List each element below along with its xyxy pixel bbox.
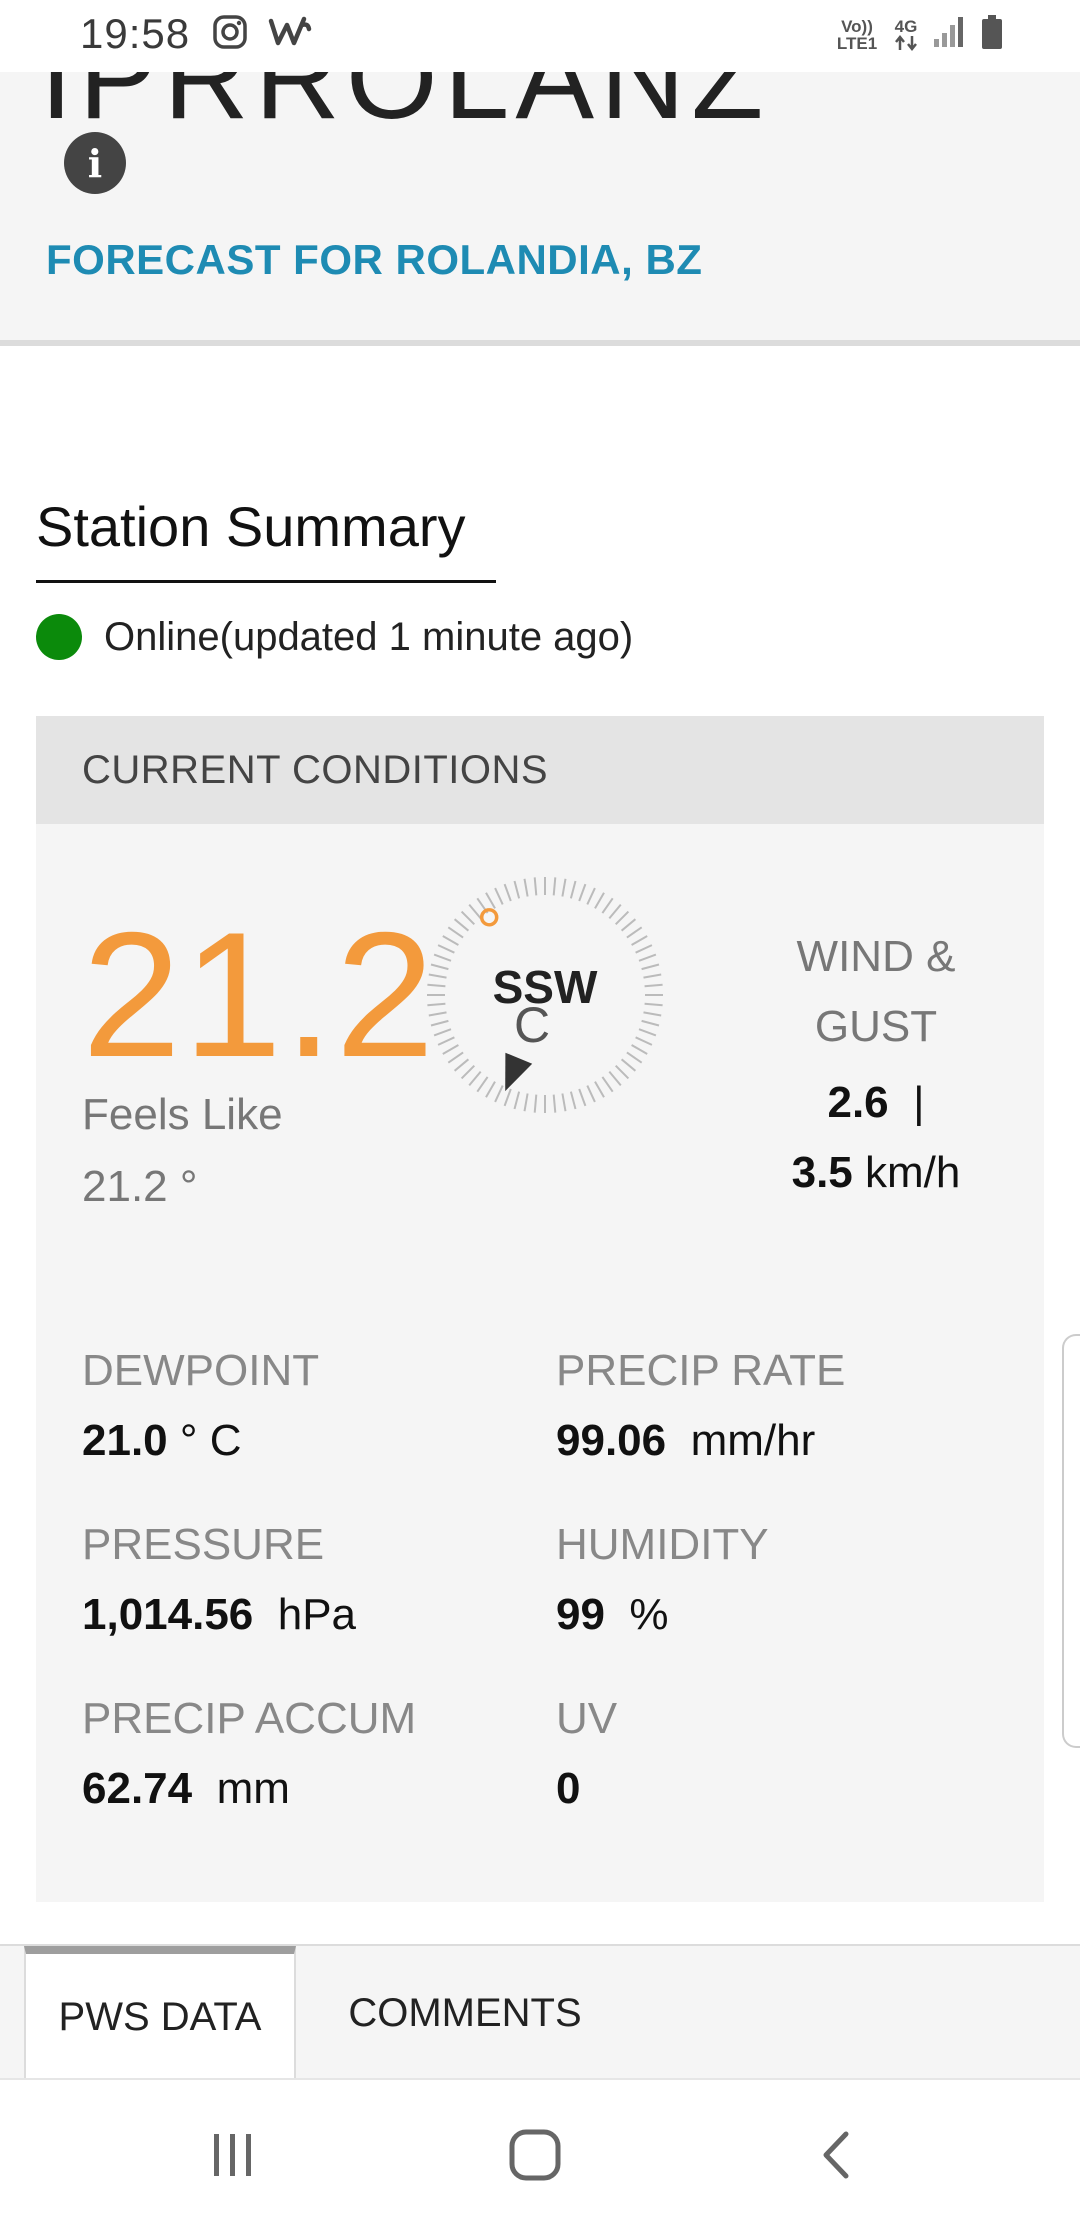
feels-like-value: 21.2 °	[82, 1162, 198, 1211]
precip-rate-value: 99.06 mm/hr	[556, 1416, 816, 1465]
home-icon[interactable]	[490, 2110, 580, 2200]
forecast-link[interactable]: FORECAST FOR ROLANDIA, BZ	[46, 236, 702, 284]
status-time: 19:58	[80, 10, 191, 57]
current-conditions-card: CURRENT CONDITIONS 21.2 Feels Like 21.2 …	[36, 716, 1044, 1902]
navigation-bar	[0, 2078, 1080, 2222]
status-system-icons: Vo)) LTE1 4G	[834, 14, 1004, 55]
recent-apps-icon[interactable]	[188, 2110, 278, 2200]
wind-compass: ° SSW C	[420, 870, 670, 1120]
current-conditions-title: CURRENT CONDITIONS	[82, 748, 549, 792]
side-scroll-handle[interactable]	[1062, 1334, 1080, 1748]
precip-rate-label: PRECIP RATE	[556, 1346, 846, 1395]
temperature-value: 21.2	[82, 895, 437, 1094]
header-divider	[0, 340, 1080, 346]
uv-label: UV	[556, 1694, 618, 1743]
feels-like-label: Feels Like	[82, 1090, 283, 1139]
wind-gust-values: 2.6 | 3.5 km/h	[736, 1068, 1016, 1208]
wish-icon	[268, 15, 312, 54]
dewpoint-label: DEWPOINT	[82, 1346, 320, 1395]
online-status-dot	[36, 614, 82, 660]
precip-accum-value: 62.74 mm	[82, 1764, 290, 1813]
network-type-label: 4G	[894, 17, 918, 36]
pressure-value: 1,014.56 hPa	[82, 1590, 357, 1639]
tab-pws-data[interactable]: PWS DATA	[24, 1946, 296, 2080]
current-conditions-header: CURRENT CONDITIONS	[36, 716, 1044, 824]
tab-comments[interactable]: COMMENTS	[310, 1946, 620, 2080]
station-summary-title: Station Summary	[36, 495, 466, 558]
volte-label: Vo)) LTE1	[836, 16, 878, 53]
signal-icon	[932, 15, 966, 54]
humidity-value: 99 %	[556, 1590, 669, 1639]
title-underline	[36, 580, 496, 583]
instagram-icon	[212, 14, 248, 55]
status-bar: 19:58 Vo)) LTE1 4G	[0, 0, 1080, 72]
back-icon[interactable]	[792, 2110, 882, 2200]
data-4g-icon: 4G	[894, 18, 918, 51]
battery-icon	[980, 14, 1004, 55]
station-id: IPRROLANZ	[40, 72, 770, 144]
uv-value: 0	[556, 1764, 581, 1813]
info-icon[interactable]: i	[64, 132, 126, 194]
tab-strip: PWS DATA COMMENTS	[0, 1944, 1080, 2080]
wind-gust-label: WIND & GUST	[796, 932, 956, 1051]
temperature-degree-symbol: °	[476, 894, 503, 968]
wind-unit: km/h	[865, 1148, 961, 1197]
pressure-label: PRESSURE	[82, 1520, 325, 1569]
station-header: IPRROLANZ i FORECAST FOR ROLANDIA, BZ	[0, 72, 1080, 340]
dewpoint-value: 21.0 ° C	[82, 1416, 242, 1465]
online-status-text: Online(updated 1 minute ago)	[104, 614, 634, 659]
wind-direction-pointer	[505, 1052, 533, 1092]
humidity-label: HUMIDITY	[556, 1520, 769, 1569]
status-notification-icons	[212, 14, 312, 55]
online-status: Online(updated 1 minute ago)	[36, 614, 633, 660]
precip-accum-label: PRECIP ACCUM	[82, 1694, 417, 1743]
gust-speed: 3.5	[791, 1148, 853, 1197]
temperature-unit: C	[514, 997, 551, 1053]
wind-speed: 2.6	[827, 1078, 889, 1127]
wind-separator: |	[913, 1078, 925, 1127]
